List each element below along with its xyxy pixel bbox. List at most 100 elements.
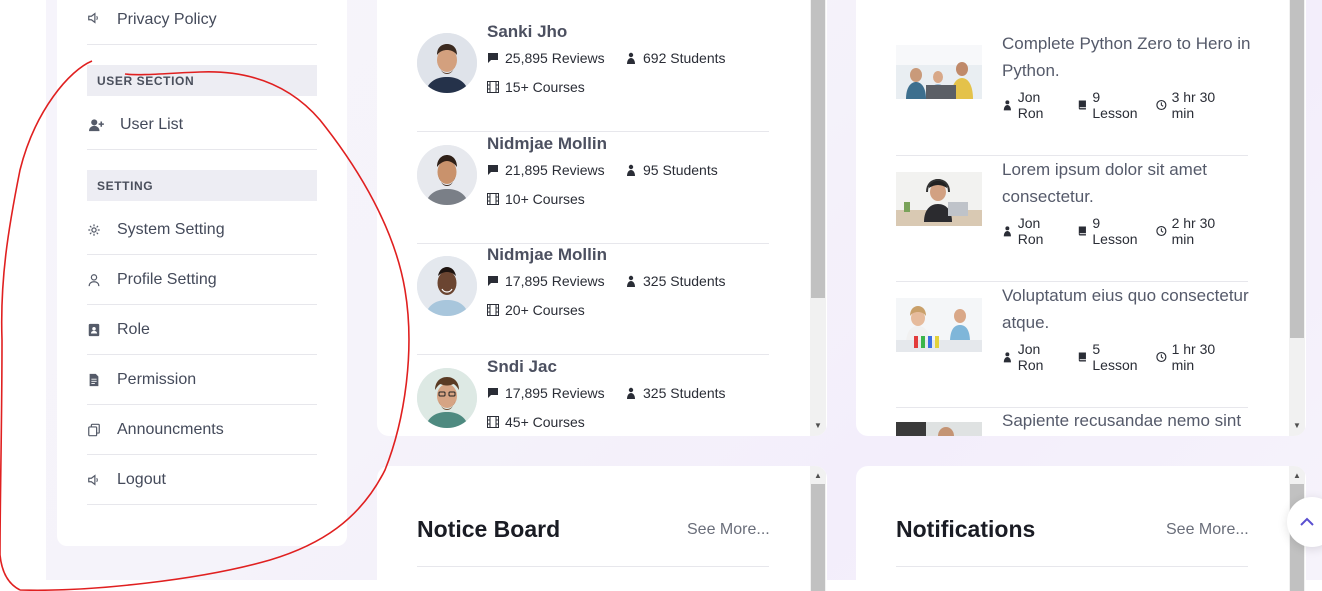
person-icon (627, 275, 635, 287)
sidebar-item-label: Permission (117, 370, 197, 388)
sidebar-item-privacy-policy[interactable]: Privacy Policy (87, 0, 317, 45)
comment-icon (488, 276, 498, 286)
clock-icon (1156, 99, 1167, 111)
instructor-item[interactable]: Nidmjae Mollin 17,895 Reviews 325 Studen… (417, 243, 769, 355)
sidebar-item-announcments[interactable]: Announcments (87, 405, 317, 455)
course-author: Jon Ron (1002, 215, 1069, 247)
person-icon (1003, 100, 1011, 111)
comment-icon (488, 165, 498, 175)
chevron-up-icon (1300, 517, 1314, 526)
sidebar-item-label: Announcments (117, 420, 224, 438)
avatar (417, 368, 477, 428)
clock-icon (1156, 225, 1167, 237)
instructor-name: Nidmjae Mollin (487, 245, 607, 264)
course-title: Voluptatum eius quo consectetur atque. (1002, 286, 1249, 332)
scroll-up-arrow-icon[interactable]: ▲ (810, 468, 826, 482)
instructors-scrollbar[interactable]: ▼ (810, 0, 826, 436)
sidebar-item-logout[interactable]: Logout (87, 455, 317, 505)
course-title: Lorem ipsum dolor sit amet consectetur. (1002, 160, 1208, 206)
scrollbar-thumb[interactable] (811, 484, 825, 591)
avatar (417, 145, 477, 205)
scrollbar-thumb[interactable] (811, 0, 825, 298)
course-thumbnail (896, 172, 982, 226)
notice-board-card: Notice Board See More... ▲ (377, 466, 827, 591)
user-plus-icon (87, 118, 120, 132)
reviews-count: 25,895 Reviews (487, 50, 605, 66)
instructor-item[interactable]: Sndi Jac 17,895 Reviews 325 Students 45+… (417, 355, 769, 436)
course-duration: 2 hr 30 min (1156, 215, 1240, 247)
gear-icon (87, 223, 117, 237)
instructor-name: Nidmjae Mollin (487, 134, 607, 153)
divider (896, 566, 1248, 567)
person-icon (1003, 226, 1011, 237)
sidebar-item-label: User List (120, 115, 184, 133)
sidebar-item-label: Logout (117, 470, 166, 488)
sidebar-item-label: Privacy Policy (117, 11, 217, 28)
sidebar-item-label: System Setting (117, 220, 225, 238)
notice-board-see-more-link[interactable]: See More... (687, 521, 770, 539)
section-heading-user: USER SECTION (87, 65, 317, 96)
sidebar-item-role[interactable]: Role (87, 305, 317, 355)
reviews-count: 21,895 Reviews (487, 162, 605, 178)
notifications-see-more-link[interactable]: See More... (1166, 521, 1249, 539)
course-item[interactable]: Sapiente recusandae nemo sint (896, 407, 1248, 436)
scroll-down-arrow-icon[interactable]: ▼ (810, 418, 826, 432)
person-icon (1003, 352, 1011, 363)
avatar (417, 256, 477, 316)
course-meta: Jon Ron 9 Lesson 3 hr 30 min (1002, 89, 1248, 121)
film-icon (487, 416, 499, 428)
film-icon (487, 193, 499, 205)
reviews-count: 17,895 Reviews (487, 273, 605, 289)
copy-icon (87, 423, 117, 437)
scroll-up-arrow-icon[interactable]: ▲ (1289, 468, 1305, 482)
book-icon (1078, 226, 1086, 236)
students-count: 325 Students (625, 385, 726, 401)
reviews-count: 17,895 Reviews (487, 385, 605, 401)
section-heading-setting: SETTING (87, 170, 317, 201)
instructor-item[interactable]: Nidmjae Mollin 21,895 Reviews 95 Student… (417, 132, 769, 244)
notifications-title: Notifications (896, 516, 1036, 542)
course-lessons: 9 Lesson (1077, 215, 1148, 247)
students-count: 95 Students (625, 162, 718, 178)
courses-scrollbar[interactable]: ▼ (1289, 0, 1305, 436)
students-count: 325 Students (625, 273, 726, 289)
person-icon (627, 52, 635, 64)
course-thumbnail (896, 298, 982, 352)
course-author: Jon Ron (1002, 341, 1069, 373)
notice-board-scrollbar[interactable]: ▲ (810, 466, 826, 591)
course-item[interactable]: Lorem ipsum dolor sit amet consectetur. … (896, 156, 1248, 282)
course-title: Sapiente recusandae nemo sint (1002, 411, 1242, 430)
instructor-item[interactable]: Sanki Jho 25,895 Reviews 692 Students 15… (417, 20, 769, 132)
instructor-name: Sndi Jac (487, 357, 557, 376)
document-icon (87, 373, 117, 387)
course-item[interactable]: Voluptatum eius quo consectetur atque. J… (896, 282, 1249, 408)
film-icon (487, 81, 499, 93)
clock-icon (1156, 351, 1167, 363)
notice-board-title: Notice Board (417, 516, 561, 542)
speaker-icon (87, 11, 117, 25)
user-icon (87, 273, 117, 287)
course-author: Jon Ron (1002, 89, 1069, 121)
course-meta: Jon Ron 5 Lesson 1 hr 30 min (1002, 341, 1248, 373)
sidebar-item-permission[interactable]: Permission (87, 355, 317, 405)
sidebar: Privacy Policy USER SECTION User List SE… (57, 0, 347, 546)
instructors-card: Sanki Jho 25,895 Reviews 692 Students 15… (377, 0, 827, 436)
comment-icon (488, 388, 498, 398)
course-meta: Jon Ron 9 Lesson 2 hr 30 min (1002, 215, 1248, 247)
sidebar-item-system-setting[interactable]: System Setting (87, 205, 317, 255)
sidebar-item-user-list[interactable]: User List (87, 100, 317, 150)
courses-count: 45+ Courses (487, 414, 585, 430)
scrollbar-thumb[interactable] (1290, 0, 1304, 338)
sidebar-item-profile-setting[interactable]: Profile Setting (87, 255, 317, 305)
avatar (417, 33, 477, 93)
sidebar-menu: Privacy Policy USER SECTION User List SE… (87, 0, 317, 505)
person-icon (627, 387, 635, 399)
comment-icon (488, 53, 498, 63)
speaker-icon (87, 473, 117, 487)
sidebar-item-label: Role (117, 320, 150, 338)
divider (417, 566, 769, 567)
scroll-down-arrow-icon[interactable]: ▼ (1289, 418, 1305, 432)
course-item[interactable]: Complete Python Zero to Hero in Python. … (896, 30, 1251, 156)
id-card-icon (87, 323, 117, 337)
students-count: 692 Students (625, 50, 726, 66)
